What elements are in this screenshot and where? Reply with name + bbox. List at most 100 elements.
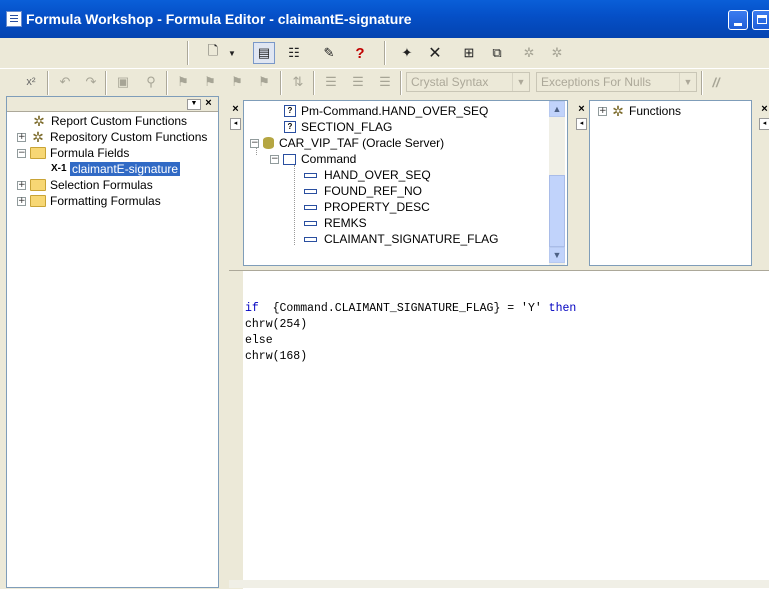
comment-button[interactable]: // bbox=[705, 71, 727, 93]
redo-icon[interactable]: ↷ bbox=[80, 71, 102, 93]
toolbar-separator bbox=[313, 71, 315, 95]
new-formula-icon[interactable]: 🗋 bbox=[202, 42, 224, 64]
chevron-down-icon: ▼ bbox=[679, 73, 696, 91]
operator-tree-icon[interactable]: ☰ bbox=[374, 71, 396, 93]
tree-item[interactable]: + Selection Formulas bbox=[17, 177, 153, 193]
parameter-icon: ? bbox=[284, 105, 296, 117]
close-icon[interactable]: × bbox=[576, 104, 587, 115]
collapse-icon[interactable]: − bbox=[250, 138, 259, 148]
toolbar-separator bbox=[400, 71, 402, 95]
tree-item-label: Command bbox=[301, 152, 357, 166]
code-text: chrw(168) bbox=[245, 350, 308, 363]
sort-icon[interactable]: ⇅ bbox=[287, 71, 309, 93]
undo-icon[interactable]: ↶ bbox=[54, 71, 76, 93]
scroll-down-icon[interactable]: ▼ bbox=[549, 247, 565, 263]
gear-icon[interactable]: ✲ bbox=[546, 42, 568, 64]
field-icon bbox=[304, 236, 317, 242]
tree-item-label: PROPERTY_DESC bbox=[324, 200, 430, 214]
tree-item[interactable]: ? Pm-Command.HAND_OVER_SEQ bbox=[284, 103, 488, 119]
function-tree-icon[interactable]: ☰ bbox=[347, 71, 369, 93]
collapse-icon[interactable]: − bbox=[270, 154, 279, 164]
tree-item[interactable]: CLAIMANT_SIGNATURE_FLAG bbox=[304, 231, 498, 247]
nulls-select[interactable]: Exceptions For Nulls ▼ bbox=[536, 72, 697, 92]
syntax-select-value: Crystal Syntax bbox=[411, 75, 489, 89]
database-icon bbox=[263, 137, 274, 149]
chevron-down-icon: ▼ bbox=[512, 73, 529, 91]
function-tree-pane: + ✲ Functions bbox=[589, 100, 752, 266]
formula-editor[interactable]: if {Command.CLAIMANT_SIGNATURE_FLAG} = '… bbox=[229, 270, 769, 589]
collapse-icon[interactable]: − bbox=[17, 148, 26, 158]
field-tree-icon[interactable]: ☰ bbox=[320, 71, 342, 93]
tree-item-label: Report Custom Functions bbox=[51, 114, 188, 128]
pin-icon[interactable]: ◂ bbox=[759, 118, 769, 130]
tree-item-label: Formula Fields bbox=[50, 146, 130, 160]
next-bookmark-icon[interactable]: ⚑ bbox=[199, 71, 221, 93]
prev-bookmark-icon[interactable]: ⚑ bbox=[226, 71, 248, 93]
tree-item[interactable]: + ✲ Repository Custom Functions bbox=[17, 129, 207, 145]
toolbar-separator bbox=[105, 71, 107, 95]
tree-item-label: Repository Custom Functions bbox=[50, 130, 208, 144]
app-icon bbox=[6, 11, 22, 27]
editor-gutter bbox=[229, 271, 243, 589]
main-toolbar: 🗋 ▼ ▤ ☷ ✎ ? ✦ ✕ ⊞ ⧉ ✲ ✲ bbox=[0, 38, 769, 68]
close-icon[interactable]: × bbox=[230, 104, 241, 115]
gear-icon: ✲ bbox=[33, 113, 45, 129]
delete-icon[interactable]: ✕ bbox=[424, 42, 446, 64]
tree-item[interactable]: ✲ Report Custom Functions bbox=[31, 113, 187, 129]
pane-splitter[interactable] bbox=[221, 96, 225, 588]
gear-icon[interactable]: ✲ bbox=[518, 42, 540, 64]
syntax-select[interactable]: Crystal Syntax ▼ bbox=[406, 72, 530, 92]
tree-item-label: claimantE-signature bbox=[70, 162, 181, 176]
formula-text[interactable]: if {Command.CLAIMANT_SIGNATURE_FLAG} = '… bbox=[245, 301, 576, 365]
scroll-up-icon[interactable]: ▲ bbox=[549, 101, 565, 117]
close-icon[interactable]: × bbox=[203, 98, 214, 109]
tree-item[interactable]: + Formatting Formulas bbox=[17, 193, 161, 209]
find-icon[interactable]: ⚲ bbox=[140, 71, 162, 93]
expand-icon[interactable]: + bbox=[17, 196, 26, 206]
pin-icon[interactable]: ◂ bbox=[576, 118, 587, 130]
toolbar-separator bbox=[701, 71, 703, 95]
maximize-button[interactable] bbox=[752, 10, 769, 30]
toggle-tree-icon[interactable]: ▤ bbox=[253, 42, 275, 64]
tree-item-label: Formatting Formulas bbox=[50, 194, 161, 208]
gear-icon: ✲ bbox=[612, 103, 624, 119]
bookmark-icon[interactable]: ⚑ bbox=[172, 71, 194, 93]
tree-item[interactable]: − Command bbox=[270, 151, 356, 167]
minimize-button[interactable] bbox=[728, 10, 748, 30]
tree-item-label: Functions bbox=[629, 104, 682, 118]
clear-bookmarks-icon[interactable]: ⚑ bbox=[253, 71, 275, 93]
new-item-icon[interactable]: ✦ bbox=[396, 42, 418, 64]
field-icon bbox=[304, 188, 317, 194]
properties-icon[interactable]: ☷ bbox=[283, 42, 305, 64]
editor-horizontal-scrollbar[interactable] bbox=[229, 580, 769, 588]
close-icon[interactable]: × bbox=[759, 104, 769, 115]
code-text: chrw(254) bbox=[245, 318, 308, 331]
browse-data-icon[interactable]: ▣ bbox=[112, 71, 134, 93]
tree-item[interactable]: + ✲ Functions bbox=[598, 103, 681, 119]
tree-item[interactable]: ? SECTION_FLAG bbox=[284, 119, 392, 135]
tree-item[interactable]: − CAR_VIP_TAF (Oracle Server) bbox=[250, 135, 444, 151]
pane-menu-icon[interactable]: ▼ bbox=[187, 99, 201, 110]
tree-item[interactable]: FOUND_REF_NO bbox=[304, 183, 422, 199]
field-tree-scrollbar[interactable]: ▲ ▼ bbox=[549, 101, 565, 265]
expand-icon[interactable]: + bbox=[17, 132, 26, 142]
formula-expert-icon[interactable]: ✎ bbox=[318, 42, 340, 64]
tree-item-selected[interactable]: X-1 claimantE-signature bbox=[51, 161, 181, 177]
tree-item[interactable]: REMKS bbox=[304, 215, 367, 231]
window-title: Formula Workshop - Formula Editor - clai… bbox=[26, 11, 412, 27]
tree-item[interactable]: HAND_OVER_SEQ bbox=[304, 167, 431, 183]
tree-item-label: HAND_OVER_SEQ bbox=[324, 168, 431, 182]
scroll-thumb[interactable] bbox=[549, 175, 565, 247]
help-icon[interactable]: ? bbox=[349, 42, 371, 64]
show-tree-icon[interactable]: ⊞ bbox=[458, 42, 480, 64]
table-icon bbox=[283, 153, 296, 165]
tree-item[interactable]: PROPERTY_DESC bbox=[304, 199, 430, 215]
check-syntax-icon[interactable]: x² bbox=[20, 71, 42, 93]
expand-icon[interactable]: + bbox=[598, 106, 607, 116]
workshop-tree-pane: ▼ × ✲ Report Custom Functions + ✲ Reposi… bbox=[6, 96, 219, 588]
rename-icon[interactable]: ⧉ bbox=[486, 42, 508, 64]
tree-item[interactable]: − Formula Fields bbox=[17, 145, 129, 161]
new-dropdown-icon[interactable]: ▼ bbox=[226, 42, 238, 64]
expand-icon[interactable]: + bbox=[17, 180, 26, 190]
pin-icon[interactable]: ◂ bbox=[230, 118, 241, 130]
